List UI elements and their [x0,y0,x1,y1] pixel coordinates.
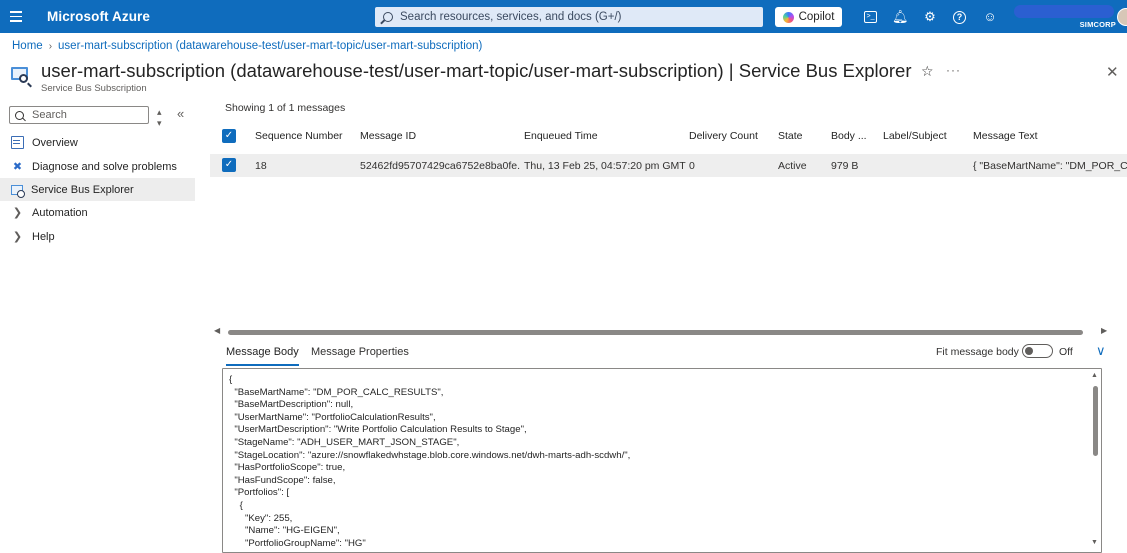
cloud-shell-icon[interactable]: >_ [864,11,877,23]
sidebar-item-label: Diagnose and solve problems [32,160,177,173]
message-count: Showing 1 of 1 messages [225,102,346,114]
close-icon[interactable]: ✕ [1106,63,1119,81]
brand-title[interactable]: Microsoft Azure [47,9,150,24]
page-title-suffix: | Service Bus Explorer [723,60,912,81]
star-icon[interactable]: ☆ [921,63,934,80]
sidebar-item-label: Automation [32,206,88,219]
avatar[interactable] [1117,8,1127,26]
overview-icon [11,136,24,149]
cell-sequence: 18 [255,159,267,172]
row-checkbox[interactable]: ✓ [222,158,236,172]
sidebar-item-label: Service Bus Explorer [31,183,134,196]
service-bus-explorer-icon [11,66,32,86]
service-bus-explorer-icon [11,184,25,198]
account-menu[interactable]: SIMCORP [1012,2,1116,30]
diagnose-icon: ✖ [12,161,23,173]
horizontal-scrollbar[interactable] [228,330,1083,335]
cell-message-text: { "BaseMartName": "DM_POR_CA [973,159,1127,172]
tab-message-body[interactable]: Message Body [226,346,299,366]
page-title-resource: user-mart-subscription (datawarehouse-te… [41,60,724,81]
scroll-right-arrow-icon[interactable]: ▶ [1101,326,1107,335]
scroll-down-arrow-icon[interactable]: ▼ [1091,539,1098,546]
global-search-input[interactable]: Search resources, services, and docs (G+… [375,7,763,27]
column-header-label[interactable]: Label/Subject [883,125,947,147]
table-header: ✓ Sequence Number Message ID Enqueued Ti… [210,125,1127,147]
vertical-scrollbar[interactable] [1093,386,1098,456]
global-search-placeholder: Search resources, services, and docs (G+… [400,11,622,23]
cell-state: Active [778,159,807,172]
chevron-down-icon[interactable]: ∨ [1096,343,1106,359]
tenant-name: SIMCORP [1079,20,1116,29]
sidebar-item-overview[interactable]: Overview [0,131,195,154]
menu-icon[interactable] [1,0,31,33]
cell-message-id: 52462fd95707429ca6752e8ba0fe... [360,159,520,172]
sidebar-item-label: Overview [32,136,78,149]
message-body-text: { "BaseMartName": "DM_POR_CALC_RESULTS",… [229,374,631,549]
breadcrumb-current[interactable]: user-mart-subscription (datawarehouse-te… [58,40,482,52]
fit-message-body-toggle[interactable] [1022,344,1053,358]
collapse-sidebar-icon[interactable]: « [177,106,184,121]
sidebar-item-label: Help [32,230,55,243]
breadcrumb-home[interactable]: Home [12,40,43,52]
scroll-left-arrow-icon[interactable]: ◀ [214,326,220,335]
select-all-checkbox[interactable]: ✓ [222,129,236,143]
copilot-label: Copilot [798,11,835,23]
cell-enqueued: Thu, 13 Feb 25, 04:57:20 pm GMT [524,159,686,172]
gear-icon[interactable]: ⚙ [922,9,938,25]
help-icon[interactable]: ? [953,11,966,24]
copilot-icon [782,11,794,23]
message-body-textarea[interactable]: { "BaseMartName": "DM_POR_CALC_RESULTS",… [222,368,1102,553]
column-header-enqueued[interactable]: Enqueued Time [524,125,598,147]
column-header-delivery-count[interactable]: Delivery Count [689,125,758,147]
chevron-right-icon: › [48,40,53,52]
cell-body-size: 979 B [831,159,859,172]
sidebar-item-service-bus-explorer[interactable]: Service Bus Explorer [0,178,195,201]
sidebar-item-help[interactable]: ❯ Help [0,225,195,248]
sidebar-item-automation[interactable]: ❯ Automation [0,201,195,224]
search-icon [383,12,393,22]
chevron-right-icon: ❯ [12,231,23,243]
bell-icon[interactable]: 🔔︎ [892,9,909,25]
toggle-state-text: Off [1059,346,1073,358]
cell-delivery-count: 0 [689,159,695,172]
sort-icon[interactable]: ▴ ▾ [157,107,162,129]
page-subtitle: Service Bus Subscription [41,83,147,94]
more-icon[interactable]: ··· [946,63,961,77]
column-header-state[interactable]: State [778,125,803,147]
breadcrumb: Home › user-mart-subscription (datawareh… [12,40,482,52]
feedback-icon[interactable]: ☺ [982,9,998,25]
fit-message-body-label: Fit message body [936,346,1019,358]
column-header-message-text[interactable]: Message Text [973,125,1038,147]
scroll-up-arrow-icon[interactable]: ▲ [1091,372,1098,379]
sidebar-search-placeholder: Search [32,109,67,121]
chevron-right-icon: ❯ [12,207,23,219]
column-header-message-id[interactable]: Message ID [360,125,416,147]
copilot-button[interactable]: Copilot [775,7,842,27]
sidebar-search-input[interactable]: Search [9,106,149,124]
sidebar-item-diagnose[interactable]: ✖ Diagnose and solve problems [0,155,195,178]
column-header-body-size[interactable]: Body ... [831,125,867,147]
table-row[interactable]: ✓ 18 52462fd95707429ca6752e8ba0fe... Thu… [210,154,1127,177]
account-name-redacted [1014,5,1114,18]
page-title: user-mart-subscription (datawarehouse-te… [41,60,912,82]
column-header-sequence[interactable]: Sequence Number [255,125,343,147]
top-bar: Microsoft Azure Search resources, servic… [0,0,1127,33]
tab-message-properties[interactable]: Message Properties [311,346,409,366]
search-icon [15,110,24,120]
